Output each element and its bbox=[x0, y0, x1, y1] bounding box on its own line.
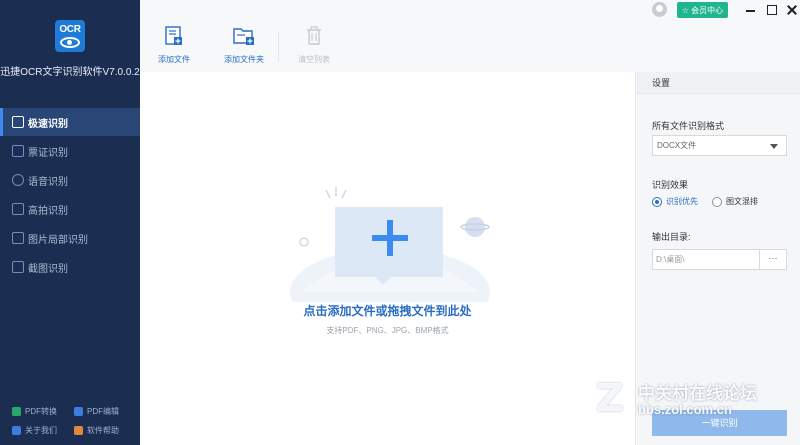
sidebar-item-fast-ocr[interactable]: 极速识别 bbox=[0, 108, 140, 136]
toolbar: 添加文件 添加文件夹 清空列表 ☆ 会员中心 bbox=[140, 0, 800, 72]
drop-title[interactable]: 点击添加文件或拖拽文件到此处 bbox=[140, 302, 635, 319]
vip-icon: ☆ bbox=[681, 5, 690, 15]
link-label: PDF转换 bbox=[25, 407, 57, 416]
add-file-icon bbox=[165, 26, 182, 45]
sidebar-item-label: 高拍识别 bbox=[28, 205, 68, 217]
pdf-edit-link[interactable]: PDF编辑 bbox=[74, 402, 136, 421]
format-value: DOCX文件 bbox=[657, 141, 697, 150]
radio-label: 识别优先 bbox=[666, 197, 698, 206]
radio-checked-icon bbox=[652, 196, 662, 207]
pdf-convert-link[interactable]: PDF转换 bbox=[12, 402, 74, 421]
effect-mixed-radio[interactable]: 图文混排 bbox=[712, 196, 758, 207]
clear-list-button[interactable]: 清空列表 bbox=[298, 26, 330, 65]
vip-label: 会员中心 bbox=[691, 5, 724, 15]
flash-doc-icon bbox=[12, 116, 24, 128]
radio-label: 图文混排 bbox=[726, 197, 758, 206]
user-avatar[interactable] bbox=[652, 2, 667, 17]
settings-panel: 设置 所有文件识别格式 DOCX文件 识别效果 识别优先 图文混排 输出目录: … bbox=[635, 72, 800, 445]
app-logo: OCR bbox=[55, 20, 85, 52]
effect-radio-group: 识别优先 图文混排 bbox=[652, 196, 772, 207]
sidebar: OCR 迅捷OCR文字识别软件V7.0.0.2 极速识别 票证识别 语音识别 高… bbox=[0, 0, 140, 445]
sidebar-item-voice-ocr[interactable]: 语音识别 bbox=[0, 166, 140, 194]
add-folder-icon bbox=[233, 28, 254, 45]
microphone-icon bbox=[12, 174, 24, 186]
add-folder-button[interactable]: 添加文件夹 bbox=[224, 26, 264, 65]
add-file-label: 添加文件 bbox=[158, 55, 190, 64]
help-icon bbox=[74, 426, 83, 435]
toolbar-divider bbox=[278, 32, 279, 62]
chevron-down-icon bbox=[770, 144, 778, 149]
one-click-ocr-button[interactable]: 一键识别 bbox=[652, 410, 787, 436]
sidebar-item-label: 图片局部识别 bbox=[28, 234, 88, 246]
sidebar-item-label: 极速识别 bbox=[28, 118, 68, 130]
about-us-link[interactable]: 关于我们 bbox=[12, 421, 74, 440]
sidebar-item-ticket-ocr[interactable]: 票证识别 bbox=[0, 137, 140, 165]
format-select[interactable]: DOCX文件 bbox=[652, 135, 787, 156]
clear-list-label: 清空列表 bbox=[298, 55, 330, 64]
sidebar-item-label: 截图识别 bbox=[28, 263, 68, 275]
pdf-convert-icon bbox=[12, 407, 21, 416]
sidebar-item-camera-ocr[interactable]: 高拍识别 bbox=[0, 195, 140, 223]
sidebar-item-label: 语音识别 bbox=[28, 176, 68, 188]
radio-unchecked-icon bbox=[712, 196, 722, 207]
format-label: 所有文件识别格式 bbox=[652, 121, 725, 131]
sidebar-footer-links: PDF转换 PDF编辑 关于我们 软件帮助 bbox=[12, 402, 137, 440]
image-crop-icon bbox=[12, 232, 24, 244]
settings-header: 设置 bbox=[636, 72, 800, 94]
software-help-link[interactable]: 软件帮助 bbox=[74, 421, 136, 440]
link-label: 软件帮助 bbox=[87, 426, 119, 435]
eye-icon bbox=[60, 36, 80, 48]
ticket-icon bbox=[12, 145, 24, 157]
maximize-button[interactable] bbox=[767, 5, 777, 15]
sidebar-item-screenshot-ocr[interactable]: 截图识别 bbox=[0, 253, 140, 281]
minimize-button[interactable] bbox=[744, 3, 758, 17]
sidebar-item-image-partial-ocr[interactable]: 图片局部识别 bbox=[0, 224, 140, 252]
app-title: 迅捷OCR文字识别软件V7.0.0.2 bbox=[0, 67, 140, 78]
vip-center-button[interactable]: ☆ 会员中心 bbox=[677, 2, 728, 18]
drop-area[interactable]: 点击添加文件或拖拽文件到此处 支持PDF、PNG、JPG、BMP格式 bbox=[140, 72, 635, 445]
link-label: 关于我们 bbox=[25, 426, 57, 435]
sidebar-nav: 极速识别 票证识别 语音识别 高拍识别 图片局部识别 截图识别 bbox=[0, 108, 140, 282]
screenshot-icon bbox=[12, 261, 24, 273]
link-label: PDF编辑 bbox=[87, 407, 119, 416]
browse-button[interactable]: ··· bbox=[759, 249, 787, 270]
info-icon bbox=[12, 426, 21, 435]
supported-formats-text: 支持PDF、PNG、JPG、BMP格式 bbox=[326, 326, 449, 335]
camera-scan-icon bbox=[12, 203, 24, 215]
add-folder-label: 添加文件夹 bbox=[224, 55, 264, 64]
upload-illustration-icon bbox=[290, 187, 490, 302]
output-dir-field[interactable]: D:\桌面\ bbox=[652, 249, 760, 270]
effect-priority-radio[interactable]: 识别优先 bbox=[652, 196, 698, 207]
effect-label: 识别效果 bbox=[652, 180, 689, 190]
trash-icon bbox=[307, 26, 321, 45]
add-file-button[interactable]: 添加文件 bbox=[158, 26, 190, 65]
pdf-edit-icon bbox=[74, 407, 83, 416]
close-button[interactable] bbox=[785, 3, 799, 17]
output-dir-label: 输出目录: bbox=[652, 232, 691, 242]
sidebar-item-label: 票证识别 bbox=[28, 147, 68, 159]
logo-text: OCR bbox=[59, 23, 81, 35]
